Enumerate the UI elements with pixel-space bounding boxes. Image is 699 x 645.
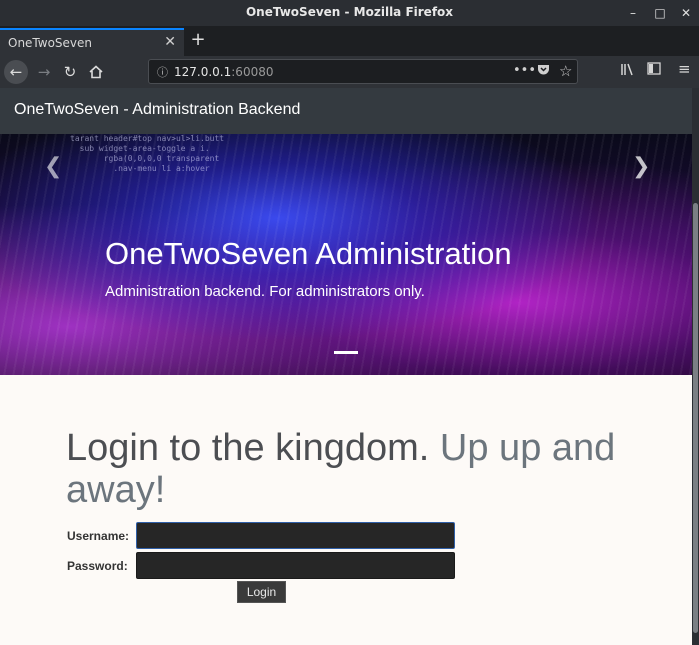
reload-icon[interactable]: ↻ [58,60,82,84]
hero-title: OneTwoSeven Administration [105,236,512,271]
tab-label: OneTwoSeven [8,36,93,50]
password-input[interactable] [136,552,455,579]
back-arrow-icon[interactable]: ← [4,60,28,84]
close-icon[interactable]: ✕ [677,4,695,22]
scrollbar-thumb[interactable] [693,203,698,633]
hero-code-overlay: tаrant header#top nav>ul>li.butt sub wid… [70,134,225,173]
sidebar-icon[interactable] [647,62,661,79]
carousel-next-icon[interactable]: ❯ [632,154,650,179]
library-icon[interactable] [620,62,634,80]
hero-carousel: tаrant header#top nav>ul>li.butt sub wid… [0,134,692,375]
more-actions-icon[interactable]: ••• [513,63,536,78]
page-scrollbar[interactable] [692,88,699,645]
url-port: :60080 [231,65,274,79]
username-input[interactable] [136,522,455,549]
navigation-toolbar: ← → ↻ ⓘ 127.0.0.1:60080 ••• ☆ ≡ [0,56,699,88]
web-page: OneTwoSeven - Administration Backend tаr… [0,88,692,645]
url-host: 127.0.0.1 [174,65,232,79]
tab-close-icon[interactable]: ✕ [164,34,176,50]
window-title: OneTwoSeven - Mozilla Firefox [245,5,454,19]
site-brand-link[interactable]: OneTwoSeven - Administration Backend [14,101,300,119]
carousel-prev-icon[interactable]: ❮ [44,154,62,179]
new-tab-plus-icon[interactable]: + [188,29,208,51]
site-navbar: OneTwoSeven - Administration Backend [0,88,692,134]
bookmark-star-icon[interactable]: ☆ [559,62,572,80]
home-icon[interactable] [84,60,108,84]
hamburger-menu-icon[interactable]: ≡ [678,60,691,78]
info-icon[interactable]: ⓘ [157,64,168,80]
minimize-icon[interactable]: – [624,4,642,22]
carousel-indicator[interactable] [334,351,358,354]
pocket-icon[interactable] [537,63,550,80]
maximize-icon[interactable]: □ [651,4,669,22]
address-bar[interactable]: ⓘ 127.0.0.1:60080 ••• ☆ [148,59,578,84]
tab-onetwoseven[interactable]: OneTwoSeven ✕ [0,28,184,56]
login-button[interactable]: Login [237,581,286,603]
username-label: Username: [67,529,130,543]
login-section: Login to the kingdom. Up up and away! Us… [0,375,692,645]
hero-subtitle: Administration backend. For administrato… [105,283,425,300]
login-heading-main: Login to the kingdom. [66,427,430,469]
password-label: Password: [67,559,128,573]
forward-arrow-icon[interactable]: → [32,60,56,84]
url-text: 127.0.0.1:60080 [174,65,273,79]
login-heading: Login to the kingdom. Up up and away! [66,427,626,511]
tab-strip: OneTwoSeven ✕ + [0,26,699,56]
window-titlebar: OneTwoSeven - Mozilla Firefox – □ ✕ [0,0,699,26]
